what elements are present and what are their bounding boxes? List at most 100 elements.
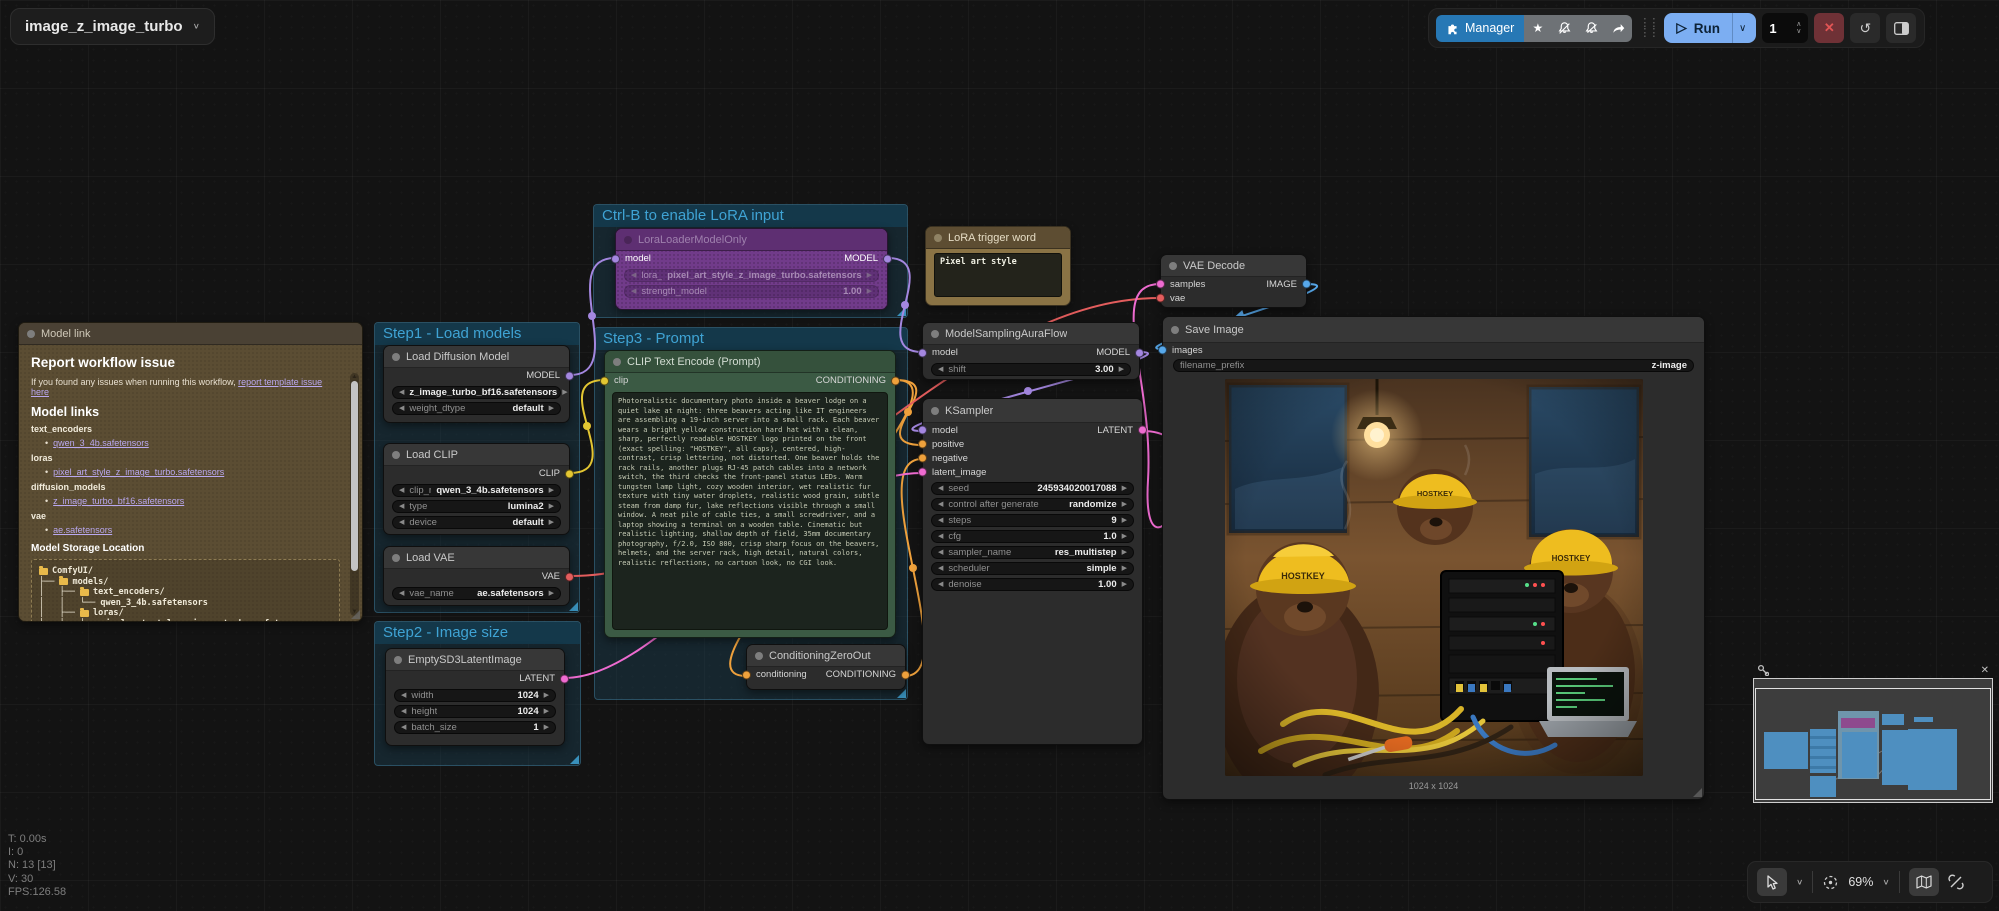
input-port-model[interactable] xyxy=(611,254,620,263)
collapse-dot[interactable] xyxy=(624,236,632,244)
sidebar-toggle-button[interactable] xyxy=(1886,13,1916,43)
increment-icon[interactable]: ▶ xyxy=(1122,514,1127,527)
increment-icon[interactable]: ▶ xyxy=(544,721,549,734)
clear-queue-button[interactable]: ✕ xyxy=(1814,13,1844,43)
toggle-links-icon[interactable] xyxy=(1948,874,1964,890)
decrement-icon[interactable]: ◀ xyxy=(399,516,404,529)
node-conditioning-zero-out[interactable]: ConditioningZeroOut conditioning CONDITI… xyxy=(746,644,906,690)
node-header[interactable]: EmptySD3LatentImage xyxy=(386,649,564,671)
widget-width[interactable]: ◀width1024▶ xyxy=(394,689,556,702)
manager-button[interactable]: Manager xyxy=(1436,15,1524,42)
widget-clip-name[interactable]: ◀clip_n …qwen_3_4b.safetensors▶ xyxy=(392,484,561,497)
decrement-icon[interactable]: ◀ xyxy=(631,269,636,282)
node-save-image[interactable]: Save Image images filename_prefixz-image xyxy=(1162,316,1705,800)
group-title-step3[interactable]: Step3 - Prompt xyxy=(595,328,907,350)
output-port-conditioning[interactable] xyxy=(901,670,910,679)
node-resize-handle[interactable] xyxy=(351,610,360,619)
widget-batch-size[interactable]: ◀batch_size1▶ xyxy=(394,721,556,734)
output-port-model[interactable] xyxy=(565,371,574,380)
increment-icon[interactable]: ▶ xyxy=(549,484,554,497)
decrement-icon[interactable]: ◀ xyxy=(399,386,404,399)
node-vae-decode[interactable]: VAE Decode samples IMAGE vae xyxy=(1160,254,1307,308)
minimap-toggle-button[interactable] xyxy=(1909,868,1939,896)
input-port-images[interactable] xyxy=(1158,346,1167,355)
group-title-lora[interactable]: Ctrl-B to enable LoRA input xyxy=(594,205,907,227)
increment-icon[interactable]: ▶ xyxy=(1119,363,1124,376)
group-resize-handle[interactable] xyxy=(897,689,906,698)
minimap-anchor-icon[interactable] xyxy=(1757,664,1769,676)
input-port-vae[interactable] xyxy=(1156,294,1165,303)
increment-icon[interactable]: ▶ xyxy=(544,705,549,718)
increment-icon[interactable]: ▶ xyxy=(549,500,554,513)
model-download-link[interactable]: z_image_turbo_bf16.safetensors xyxy=(53,496,184,506)
pointer-tool-chevron[interactable]: ∨ xyxy=(1796,878,1803,887)
node-header[interactable]: Load CLIP xyxy=(384,444,569,466)
widget-denoise[interactable]: ◀denoise1.00▶ xyxy=(931,578,1134,591)
input-port-samples[interactable] xyxy=(1156,280,1165,289)
increment-icon[interactable]: ▶ xyxy=(549,516,554,529)
node-header[interactable]: Load VAE xyxy=(384,547,569,569)
collapse-dot[interactable] xyxy=(1171,326,1179,334)
node-lora-trigger-word[interactable]: LoRA trigger word Pixel art style xyxy=(925,226,1071,306)
count-increment-icon[interactable]: ∧ xyxy=(1796,21,1801,28)
output-port-image[interactable] xyxy=(1302,280,1311,289)
zoom-level[interactable]: 69% xyxy=(1848,875,1873,889)
node-model-sampling-auraflow[interactable]: ModelSamplingAuraFlow model MODEL ◀shift… xyxy=(922,322,1140,380)
minimap-panel[interactable]: ✕ xyxy=(1753,662,1993,803)
node-clip-text-encode[interactable]: CLIP Text Encode (Prompt) clip CONDITION… xyxy=(604,350,896,638)
bell-slash-icon[interactable] xyxy=(1578,15,1605,42)
decrement-icon[interactable]: ◀ xyxy=(399,484,404,497)
group-resize-handle[interactable] xyxy=(569,602,578,611)
increment-icon[interactable]: ▶ xyxy=(1122,498,1127,511)
node-load-clip[interactable]: Load CLIP CLIP ◀clip_n …qwen_3_4b.safete… xyxy=(383,443,570,535)
collapse-dot[interactable] xyxy=(394,656,402,664)
increment-icon[interactable]: ▶ xyxy=(544,689,549,702)
scroll-up-icon[interactable]: ▲ xyxy=(350,374,359,380)
decrement-icon[interactable]: ◀ xyxy=(938,363,943,376)
output-port-latent[interactable] xyxy=(1138,426,1147,435)
node-header[interactable]: Model link xyxy=(19,323,362,345)
collapse-dot[interactable] xyxy=(392,451,400,459)
workflow-title-dropdown[interactable]: image_z_image_turbo ∨ xyxy=(10,8,215,45)
collapse-dot[interactable] xyxy=(1169,262,1177,270)
group-resize-handle[interactable] xyxy=(570,755,579,764)
note-scrollbar[interactable]: ▲ ▼ xyxy=(350,373,359,616)
output-port-model[interactable] xyxy=(1135,348,1144,357)
increment-icon[interactable]: ▶ xyxy=(549,402,554,415)
decrement-icon[interactable]: ◀ xyxy=(938,498,943,511)
node-header[interactable]: Save Image xyxy=(1163,317,1704,343)
run-button[interactable]: ▷Run ∨ xyxy=(1664,13,1756,43)
increment-icon[interactable]: ▶ xyxy=(1122,530,1127,543)
node-header[interactable]: KSampler xyxy=(923,399,1142,423)
widget-unet-name[interactable]: ◀z_image_turbo_bf16.safetensors▶ xyxy=(392,386,561,399)
decrement-icon[interactable]: ◀ xyxy=(401,705,406,718)
widget-height[interactable]: ◀height1024▶ xyxy=(394,705,556,718)
widget-scheduler[interactable]: ◀schedulersimple▶ xyxy=(931,562,1134,575)
decrement-icon[interactable]: ◀ xyxy=(938,530,943,543)
decrement-icon[interactable]: ◀ xyxy=(938,578,943,591)
increment-icon[interactable]: ▶ xyxy=(1122,482,1127,495)
input-port-latent-image[interactable] xyxy=(918,468,927,477)
input-port-clip[interactable] xyxy=(600,376,609,385)
output-port-conditioning[interactable] xyxy=(891,376,900,385)
zoom-chevron[interactable]: ∨ xyxy=(1882,878,1889,887)
increment-icon[interactable]: ▶ xyxy=(1122,578,1127,591)
node-header[interactable]: LoraLoaderModelOnly xyxy=(616,229,887,251)
model-download-link[interactable]: ae.safetensors xyxy=(53,525,112,535)
widget-weight-dtype[interactable]: ◀weight_dtypedefault▶ xyxy=(392,402,561,415)
prompt-textarea[interactable]: Photorealistic documentary photo inside … xyxy=(612,392,888,630)
run-options-chevron[interactable]: ∨ xyxy=(1732,13,1756,43)
increment-icon[interactable]: ▶ xyxy=(867,269,872,282)
group-resize-handle[interactable] xyxy=(897,307,906,316)
widget-control-after-generate[interactable]: ◀control after generaterandomize▶ xyxy=(931,498,1134,511)
collapse-dot[interactable] xyxy=(931,407,939,415)
widget-strength-model[interactable]: ◀strength_model1.00▶ xyxy=(624,285,879,298)
output-port-vae[interactable] xyxy=(565,572,574,581)
collapse-dot[interactable] xyxy=(755,652,763,660)
increment-icon[interactable]: ▶ xyxy=(867,285,872,298)
node-ksampler[interactable]: KSampler model LATENT positive negative … xyxy=(922,398,1143,745)
count-decrement-icon[interactable]: ∨ xyxy=(1796,28,1801,35)
star-icon[interactable]: ★ xyxy=(1524,15,1551,42)
bell-slash-icon[interactable] xyxy=(1551,15,1578,42)
decrement-icon[interactable]: ◀ xyxy=(401,689,406,702)
